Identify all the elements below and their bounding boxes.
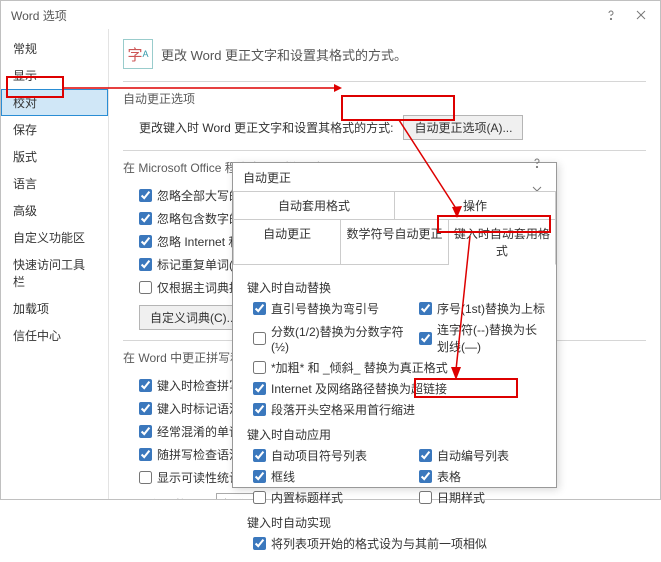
inner-titlebar: 自动更正 bbox=[233, 163, 556, 191]
inner-help-button[interactable] bbox=[522, 149, 552, 177]
close-button[interactable] bbox=[626, 1, 656, 29]
sidebar-item-2[interactable]: 校对 bbox=[1, 89, 108, 116]
ck-auto-bullet-list[interactable] bbox=[253, 449, 266, 462]
outer-titlebar: Word 选项 bbox=[1, 1, 660, 29]
sidebar-item-7[interactable]: 自定义功能区 bbox=[1, 224, 108, 251]
writing-style-label: 写作风格(W): bbox=[139, 496, 210, 499]
tab1-0[interactable]: 自动套用格式 bbox=[233, 191, 395, 220]
ck-date-style[interactable] bbox=[419, 491, 432, 504]
sidebar-item-9[interactable]: 加载项 bbox=[1, 295, 108, 322]
tab2-0[interactable]: 自动更正 bbox=[233, 220, 341, 265]
section-autocorrect-title: 自动更正选项 bbox=[123, 90, 646, 107]
ck-internet-paths[interactable] bbox=[253, 382, 266, 395]
section-auto-realize-title: 键入时自动实现 bbox=[247, 514, 546, 531]
sidebar-item-10[interactable]: 信任中心 bbox=[1, 322, 108, 349]
sidebar-item-1[interactable]: 显示 bbox=[1, 62, 108, 89]
sidebar-item-6[interactable]: 高级 bbox=[1, 197, 108, 224]
sidebar-item-0[interactable]: 常规 bbox=[1, 35, 108, 62]
tab2-2[interactable]: 键入时自动套用格式 bbox=[449, 220, 556, 265]
help-button[interactable] bbox=[596, 1, 626, 29]
section-auto-apply-title: 键入时自动应用 bbox=[247, 426, 546, 443]
tab2-1[interactable]: 数学符号自动更正 bbox=[341, 220, 448, 265]
ck-format-list-start[interactable] bbox=[253, 537, 266, 550]
check-grammar-as-type[interactable] bbox=[139, 402, 152, 415]
check-ignore-numbers[interactable] bbox=[139, 212, 152, 225]
autocorrect-description: 更改键入时 Word 更正文字和设置其格式的方式: bbox=[139, 119, 393, 136]
sidebar-item-4[interactable]: 版式 bbox=[1, 143, 108, 170]
check-readability-stats[interactable] bbox=[139, 471, 152, 484]
sidebar-item-8[interactable]: 快速访问工具栏 bbox=[1, 251, 108, 295]
ck-straight-quotes[interactable] bbox=[253, 302, 266, 315]
ck-tables[interactable] bbox=[419, 470, 432, 483]
check-spelling-as-type[interactable] bbox=[139, 379, 152, 392]
check-flag-repeated[interactable] bbox=[139, 258, 152, 271]
ck-borders[interactable] bbox=[253, 470, 266, 483]
inner-title: 自动更正 bbox=[243, 169, 291, 186]
options-sidebar: 常规显示校对保存版式语言高级自定义功能区快速访问工具栏加载项信任中心 bbox=[1, 29, 109, 499]
outer-title: Word 选项 bbox=[11, 7, 67, 24]
ck-auto-numbered-list[interactable] bbox=[419, 449, 432, 462]
section-auto-replace-title: 键入时自动替换 bbox=[247, 279, 546, 296]
check-ignore-internet[interactable] bbox=[139, 235, 152, 248]
proofing-header-title: 更改 Word 更正文字和设置其格式的方式。 bbox=[161, 45, 407, 64]
tab1-1[interactable]: 操作 bbox=[395, 191, 556, 220]
ck-bold-italic[interactable] bbox=[253, 361, 266, 374]
check-ignore-uppercase[interactable] bbox=[139, 189, 152, 202]
ck-builtin-heading[interactable] bbox=[253, 491, 266, 504]
ck-ordinals[interactable] bbox=[419, 302, 432, 315]
check-confused-words[interactable] bbox=[139, 425, 152, 438]
sidebar-item-5[interactable]: 语言 bbox=[1, 170, 108, 197]
ck-first-line-indent[interactable] bbox=[253, 403, 266, 416]
ck-fractions[interactable] bbox=[253, 332, 266, 345]
ck-hyphens[interactable] bbox=[419, 332, 432, 345]
proofing-header-icon: 字A bbox=[123, 39, 153, 69]
autocorrect-options-button[interactable]: 自动更正选项(A)... bbox=[403, 115, 523, 140]
autocorrect-dialog: 自动更正 自动套用格式操作 自动更正数学符号自动更正键入时自动套用格式 键入时自… bbox=[232, 162, 557, 488]
check-main-dictionary-only[interactable] bbox=[139, 281, 152, 294]
sidebar-item-3[interactable]: 保存 bbox=[1, 116, 108, 143]
check-grammar-with-spelling[interactable] bbox=[139, 448, 152, 461]
